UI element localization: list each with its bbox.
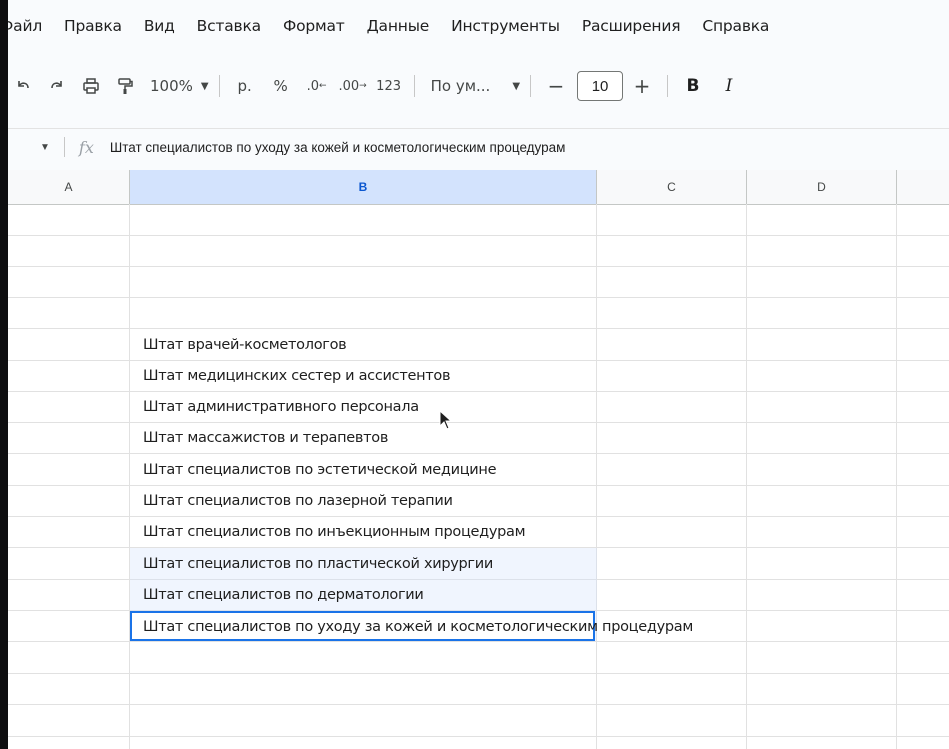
grid-row-line bbox=[8, 704, 949, 705]
spreadsheet-app: Файл Правка Вид Вставка Формат Данные Ин… bbox=[8, 0, 949, 749]
bold-button[interactable]: B bbox=[678, 71, 708, 101]
percent-format-button[interactable]: % bbox=[266, 71, 296, 101]
arrow-left-icon: ← bbox=[319, 81, 327, 91]
column-header-d[interactable]: D bbox=[747, 170, 897, 204]
font-size-input[interactable]: 10 bbox=[577, 71, 624, 101]
decrease-decimals-label: .0 bbox=[306, 78, 320, 94]
menu-tools[interactable]: Инструменты bbox=[451, 17, 560, 35]
print-icon[interactable] bbox=[76, 71, 106, 101]
fx-icon: fx bbox=[78, 137, 94, 157]
column-header-b[interactable]: B bbox=[130, 170, 597, 204]
zoom-select[interactable]: 100% ▼ bbox=[150, 71, 209, 101]
menu-file[interactable]: Файл bbox=[8, 17, 42, 35]
cell-b-row[interactable]: Штат специалистов по пластической хирург… bbox=[136, 548, 493, 579]
toolbar-divider bbox=[667, 75, 669, 97]
column-headers: A B C D bbox=[8, 170, 949, 205]
toolbar-divider bbox=[413, 75, 415, 97]
font-value: По ум... bbox=[430, 77, 491, 95]
formula-bar: ▼ fx Штат специалистов по уходу за кожей… bbox=[8, 128, 949, 165]
italic-button[interactable]: I bbox=[714, 71, 744, 101]
grid-column-line bbox=[896, 204, 897, 749]
cell-b-row[interactable]: Штат специалистов по эстетической медици… bbox=[136, 454, 497, 485]
chevron-down-icon: ▼ bbox=[512, 80, 521, 92]
currency-format-button[interactable]: р. bbox=[230, 71, 260, 101]
cell-b-row[interactable]: Штат специалистов по инъекционным процед… bbox=[136, 516, 526, 547]
cell-b-row[interactable]: Штат специалистов по лазерной терапии bbox=[136, 485, 453, 516]
cell-b-row[interactable]: Штат медицинских сестер и ассистентов bbox=[136, 360, 451, 391]
menu-extensions[interactable]: Расширения bbox=[582, 17, 681, 35]
menu-bar: Файл Правка Вид Вставка Формат Данные Ин… bbox=[8, 10, 949, 42]
increase-decimals-label: .00 bbox=[338, 78, 360, 94]
cell-b-row[interactable]: Штат специалистов по дерматологии bbox=[136, 579, 424, 610]
grid-column-line bbox=[596, 204, 597, 749]
grid-row-line bbox=[8, 673, 949, 674]
formula-input[interactable]: Штат специалистов по уходу за кожей и ко… bbox=[110, 140, 566, 155]
decrease-font-size-button[interactable]: − bbox=[541, 71, 571, 101]
column-header-c[interactable]: C bbox=[597, 170, 747, 204]
menu-data[interactable]: Данные bbox=[367, 17, 430, 35]
cell-b-row[interactable]: Штат массажистов и терапевтов bbox=[136, 422, 388, 453]
decrease-decimals-button[interactable]: .0 ← bbox=[302, 71, 332, 101]
column-header-a[interactable]: A bbox=[8, 170, 130, 204]
cell-b-row-active[interactable]: Штат специалистов по уходу за кожей и ко… bbox=[136, 611, 693, 642]
grid-column-line bbox=[746, 204, 747, 749]
menu-help[interactable]: Справка bbox=[702, 17, 769, 35]
chevron-down-icon: ▼ bbox=[200, 80, 209, 92]
menu-format[interactable]: Формат bbox=[283, 17, 345, 35]
grid-row-line bbox=[8, 736, 949, 737]
increase-font-size-button[interactable]: + bbox=[627, 71, 657, 101]
menu-view[interactable]: Вид bbox=[144, 17, 175, 35]
cell-b-row[interactable]: Штат врачей-косметологов bbox=[136, 329, 347, 360]
undo-icon[interactable] bbox=[8, 71, 38, 101]
grid-row-line bbox=[8, 297, 949, 298]
arrow-right-icon: → bbox=[359, 81, 367, 91]
menu-edit[interactable]: Правка bbox=[64, 17, 122, 35]
grid-column-line bbox=[129, 204, 130, 749]
toolbar-divider bbox=[218, 75, 220, 97]
menu-insert[interactable]: Вставка bbox=[197, 17, 261, 35]
increase-decimals-button[interactable]: .00 → bbox=[338, 71, 368, 101]
grid-row-line bbox=[8, 266, 949, 267]
toolbar: 100% ▼ р. % .0 ← .00 → 123 По ум... ▼ − 10… bbox=[8, 62, 949, 110]
toolbar-divider bbox=[530, 75, 532, 97]
number-format-button[interactable]: 123 bbox=[374, 71, 404, 101]
sheet-grid[interactable]: A B C D Штат врачей-косметологов Штат ме… bbox=[8, 170, 949, 749]
redo-icon[interactable] bbox=[42, 71, 72, 101]
cell-b-row[interactable]: Штат административного персонала bbox=[136, 391, 419, 422]
chevron-down-icon[interactable]: ▼ bbox=[40, 142, 50, 153]
formula-divider bbox=[63, 137, 65, 157]
grid-row-line bbox=[8, 235, 949, 236]
zoom-value: 100% bbox=[150, 77, 193, 95]
paint-format-icon[interactable] bbox=[110, 71, 140, 101]
font-select[interactable]: По ум... ▼ bbox=[431, 71, 520, 101]
